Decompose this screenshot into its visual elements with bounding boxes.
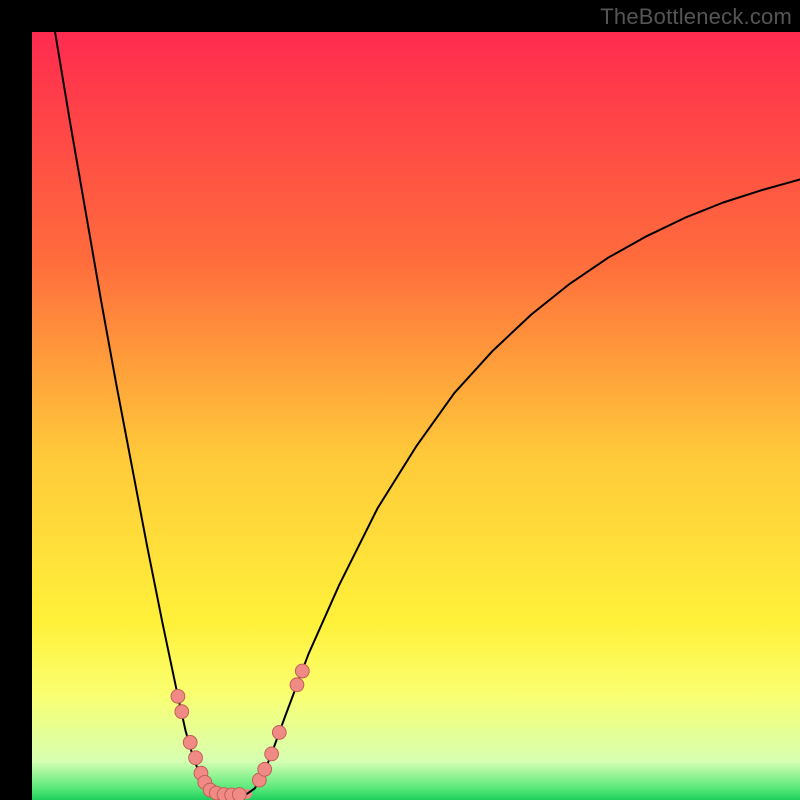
marker-left-1 (175, 705, 189, 719)
marker-left-3 (189, 751, 203, 765)
marker-right-3 (272, 726, 286, 740)
marker-left-0 (171, 689, 185, 703)
marker-right-1 (258, 762, 272, 776)
marker-left-2 (183, 735, 197, 749)
data-curve (32, 32, 800, 800)
plot-area (32, 32, 800, 800)
series-curve-left (55, 32, 216, 794)
marker-right-5 (295, 664, 309, 678)
marker-right-2 (265, 747, 279, 761)
marker-right-4 (290, 678, 304, 692)
watermark-text: TheBottleneck.com (600, 4, 792, 30)
chart-container: TheBottleneck.com (0, 0, 800, 800)
marker-left-10 (232, 788, 246, 800)
series-curve-right (247, 179, 800, 793)
